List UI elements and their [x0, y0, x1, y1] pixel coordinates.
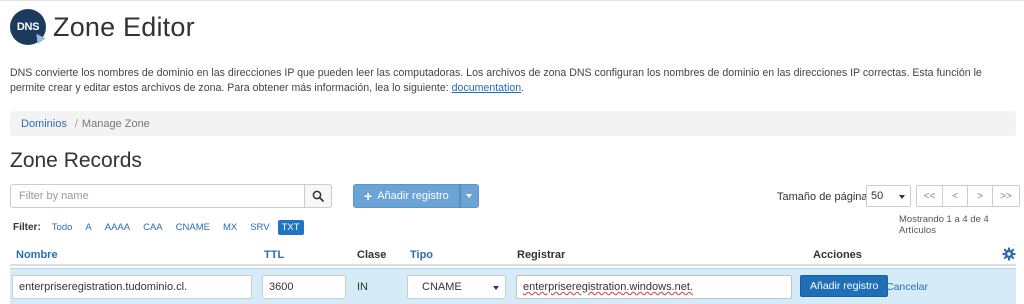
column-header-type[interactable]: Tipo — [410, 249, 433, 261]
table-header: Nombre TTL Clase Tipo Registrar Acciones — [10, 244, 1016, 266]
search-icon — [312, 190, 324, 202]
description-end: . — [521, 82, 525, 94]
pager: << < > >> — [916, 185, 1020, 207]
filter-group — [10, 184, 332, 208]
dns-logo-icon: DNS — [10, 9, 46, 45]
breadcrumb-current: Manage Zone — [81, 117, 150, 130]
filter-chip-srv[interactable]: SRV — [245, 221, 274, 234]
first-page-button[interactable]: << — [916, 185, 943, 207]
plus-icon: + — [364, 188, 373, 204]
page-size-label: Tamaño de página — [777, 191, 868, 203]
page-header: DNS Zone Editor — [10, 7, 195, 47]
record-ttl-value: 3600 — [269, 281, 294, 293]
logo-text: DNS — [16, 21, 40, 33]
record-value-input[interactable]: enterpriseregistration.windows.net. — [516, 275, 792, 299]
showing-count: Mostrando 1 a 4 de 4 Artículos — [899, 214, 989, 236]
record-name-value: enterpriseregistration.tudominio.cl. — [19, 281, 188, 293]
next-page-button[interactable]: > — [968, 185, 993, 207]
cancel-link[interactable]: Cancelar — [886, 281, 928, 293]
add-record-button-group: + Añadir registro — [353, 184, 479, 208]
column-header-ttl[interactable]: TTL — [264, 249, 284, 261]
filter-chip-aaaa[interactable]: AAAA — [100, 221, 135, 234]
breadcrumb-separator: / — [74, 117, 78, 130]
filter-chip-a[interactable]: A — [80, 221, 96, 234]
breadcrumb-dominios[interactable]: Dominios — [21, 118, 67, 130]
chevron-down-icon — [466, 194, 473, 198]
top-border — [0, 0, 1024, 1]
filter-chip-caa[interactable]: CAA — [138, 221, 168, 234]
column-header-class: Clase — [357, 249, 387, 261]
add-record-dropdown-toggle[interactable] — [459, 184, 479, 208]
record-type-value: CNAME — [422, 281, 462, 293]
filter-chip-mx[interactable]: MX — [218, 221, 242, 234]
edit-record-row: enterpriseregistration.tudominio.cl. 360… — [10, 268, 1016, 304]
record-ttl-input[interactable]: 3600 — [262, 275, 346, 299]
filter-chip-txt[interactable]: TXT — [277, 220, 304, 235]
section-title: Zone Records — [10, 149, 142, 172]
breadcrumb: Dominios / Manage Zone — [10, 111, 1016, 136]
gear-icon[interactable] — [1002, 247, 1016, 261]
chevron-down-icon — [493, 286, 499, 290]
documentation-link[interactable]: documentation — [452, 82, 522, 94]
page-size-select[interactable]: 50 — [866, 185, 911, 207]
record-value-text: enterpriseregistration.windows.net. — [523, 281, 693, 293]
prev-page-button[interactable]: < — [943, 185, 968, 207]
add-record-save-button[interactable]: Añadir registro — [800, 275, 889, 297]
add-record-label: Añadir registro — [377, 190, 449, 202]
filter-chip-todo[interactable]: Todo — [47, 221, 78, 234]
filter-label: Filter: — [13, 222, 41, 233]
record-class-value: IN — [357, 281, 368, 293]
column-header-name[interactable]: Nombre — [16, 249, 58, 261]
search-button[interactable] — [304, 184, 332, 208]
add-record-button[interactable]: + Añadir registro — [353, 184, 460, 208]
last-page-button[interactable]: >> — [993, 185, 1020, 207]
filter-chip-cname[interactable]: CNAME — [171, 221, 215, 234]
column-header-actions: Acciones — [813, 249, 862, 261]
page-description: DNS convierte los nombres de dominio en … — [10, 66, 1010, 96]
record-name-input[interactable]: enterpriseregistration.tudominio.cl. — [12, 275, 252, 299]
chevron-down-icon — [899, 195, 905, 199]
page-size-value: 50 — [871, 190, 884, 202]
column-header-record: Registrar — [517, 249, 566, 261]
filter-by-name-input[interactable] — [10, 184, 304, 208]
record-type-select[interactable]: CNAME — [407, 275, 506, 299]
page-title: Zone Editor — [53, 11, 195, 42]
type-filter-row: Filter: Todo A AAAA CAA CNAME MX SRV TXT — [13, 220, 307, 235]
